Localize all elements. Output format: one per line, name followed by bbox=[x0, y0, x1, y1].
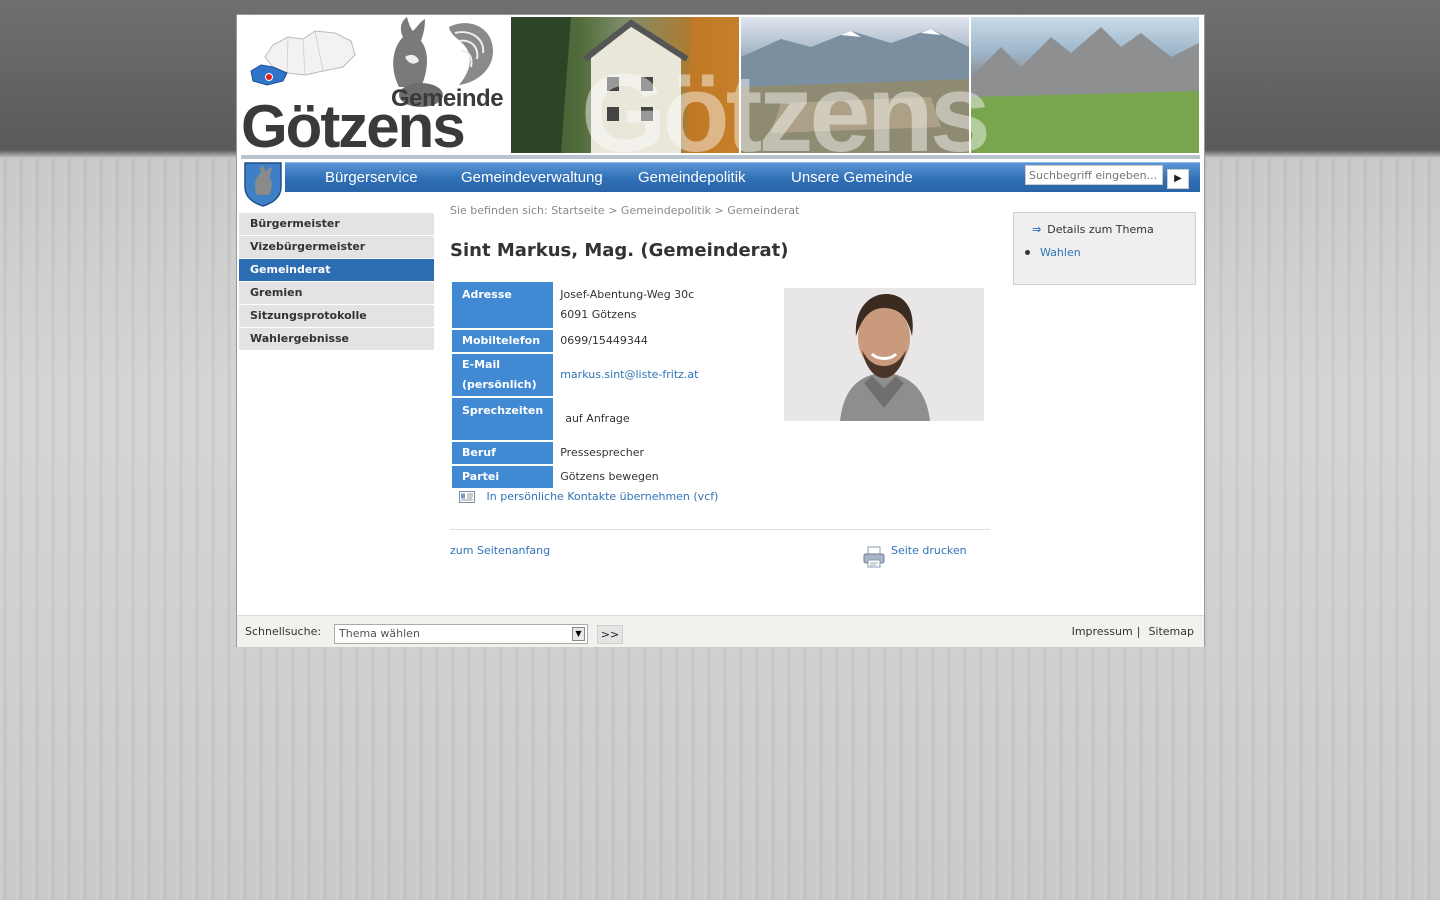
email-value: markus.sint@liste-fritz.at bbox=[555, 354, 755, 396]
breadcrumb-separator: > bbox=[714, 204, 724, 217]
topic-link-item: Wahlen bbox=[1025, 246, 1081, 259]
address-label: Adresse bbox=[452, 282, 554, 328]
logo-goetzens-text: Götzens bbox=[241, 93, 466, 160]
email-label-line2: (persönlich) bbox=[462, 378, 537, 391]
print-link[interactable]: Seite drucken bbox=[891, 544, 967, 557]
footer-separator: | bbox=[1136, 625, 1141, 638]
sidebar-navigation: Bürgermeister Vizebürgermeister Gemeinde… bbox=[239, 213, 434, 351]
topic-details-box: ⇒ Details zum Thema Wahlen bbox=[1013, 212, 1196, 285]
vcf-link[interactable]: In persönliche Kontakte übernehmen (vcf) bbox=[487, 490, 719, 503]
sidebar-item-vizebuergermeister[interactable]: Vizebürgermeister bbox=[239, 236, 434, 258]
search-submit-button[interactable]: ▶ bbox=[1167, 169, 1189, 189]
nav-item-gemeindeverwaltung[interactable]: Gemeindeverwaltung bbox=[461, 169, 603, 186]
sidebar-item-sitzungsprotokolle[interactable]: Sitzungsprotokolle bbox=[239, 305, 434, 327]
quicksearch-go-button[interactable]: >> bbox=[597, 625, 623, 644]
content-divider bbox=[450, 529, 990, 530]
main-navigation: Bürgerservice Gemeindeverwaltung Gemeind… bbox=[285, 162, 1200, 192]
impressum-link[interactable]: Impressum bbox=[1072, 625, 1133, 638]
nav-item-gemeindepolitik[interactable]: Gemeindepolitik bbox=[638, 169, 746, 186]
page-title: Sint Markus, Mag. (Gemeinderat) bbox=[450, 240, 789, 261]
vcf-download[interactable]: In persönliche Kontakte übernehmen (vcf) bbox=[459, 490, 718, 503]
table-row: Beruf Pressesprecher bbox=[452, 442, 755, 464]
topic-link-wahlen[interactable]: Wahlen bbox=[1040, 246, 1081, 259]
table-row: Mobiltelefon 0699/15449344 bbox=[452, 330, 755, 352]
job-value: Pressesprecher bbox=[560, 446, 645, 459]
job-label: Beruf bbox=[452, 442, 554, 464]
nav-item-buergerservice[interactable]: Bürgerservice bbox=[325, 169, 418, 186]
email-label-line1: E-Mail bbox=[462, 358, 500, 371]
page-container: Gemeinde Götzens Götzens Bürgerservice G… bbox=[236, 14, 1205, 647]
email-link[interactable]: markus.sint@liste-fritz.at bbox=[560, 368, 698, 381]
topic-select[interactable]: Thema wählen ▼ bbox=[334, 624, 588, 644]
topic-details-label: Details zum Thema bbox=[1047, 223, 1154, 236]
breadcrumb-prefix: Sie befinden sich: bbox=[450, 204, 548, 217]
party-label: Partei bbox=[452, 466, 554, 488]
hours-value: auf Anfrage bbox=[565, 412, 630, 425]
double-arrow-icon: ⇒ bbox=[1032, 223, 1042, 236]
address-street: Josef-Abentung-Weg 30c bbox=[560, 288, 695, 301]
table-row: E-Mail (persönlich) markus.sint@liste-fr… bbox=[452, 354, 755, 396]
table-row: Sprechzeiten auf Anfrage bbox=[452, 398, 755, 440]
hours-label: Sprechzeiten bbox=[452, 398, 554, 440]
footer-links: Impressum | Sitemap bbox=[1072, 625, 1194, 638]
sidebar-item-buergermeister[interactable]: Bürgermeister bbox=[239, 213, 434, 235]
bullet-icon bbox=[1025, 250, 1030, 255]
dropdown-arrow-icon[interactable]: ▼ bbox=[572, 627, 585, 641]
header-divider bbox=[241, 155, 1200, 159]
nav-item-unsere-gemeinde[interactable]: Unsere Gemeinde bbox=[791, 169, 913, 186]
contact-details-table: Adresse Josef-Abentung-Weg 30c 6091 Götz… bbox=[450, 280, 757, 490]
sidebar-item-gemeinderat[interactable]: Gemeinderat bbox=[239, 259, 434, 281]
header-banner: Gemeinde Götzens Götzens bbox=[237, 15, 1204, 175]
person-portrait bbox=[784, 288, 984, 421]
breadcrumb-link-gemeindepolitik[interactable]: Gemeindepolitik bbox=[621, 204, 711, 217]
sidebar-item-wahlergebnisse[interactable]: Wahlergebnisse bbox=[239, 328, 434, 350]
breadcrumb-link-startseite[interactable]: Startseite bbox=[551, 204, 605, 217]
contact-card-icon bbox=[459, 491, 475, 503]
footer-bar: Schnellsuche: Thema wählen ▼ >> Impressu… bbox=[237, 615, 1204, 647]
printer-icon bbox=[863, 546, 885, 568]
breadcrumb: Sie befinden sich: Startseite > Gemeinde… bbox=[450, 204, 799, 217]
breadcrumb-separator: > bbox=[608, 204, 618, 217]
table-row: Partei Götzens bewegen bbox=[452, 466, 755, 488]
austria-map-icon bbox=[250, 30, 356, 86]
sidebar-item-gremien[interactable]: Gremien bbox=[239, 282, 434, 304]
address-value: Josef-Abentung-Weg 30c 6091 Götzens bbox=[555, 282, 755, 328]
quicksearch-label: Schnellsuche: bbox=[245, 625, 322, 638]
coat-of-arms-icon bbox=[244, 162, 282, 207]
site-logo[interactable]: Gemeinde Götzens bbox=[241, 17, 509, 157]
topic-details-title: ⇒ Details zum Thema bbox=[1032, 223, 1154, 236]
table-row: Adresse Josef-Abentung-Weg 30c 6091 Götz… bbox=[452, 282, 755, 328]
topic-select-value: Thema wählen bbox=[339, 627, 420, 640]
address-city: 6091 Götzens bbox=[560, 308, 637, 321]
header-photo-mountains bbox=[971, 17, 1199, 153]
sitemap-link[interactable]: Sitemap bbox=[1148, 625, 1194, 638]
mobile-value: 0699/15449344 bbox=[560, 334, 648, 347]
back-to-top-link[interactable]: zum Seitenanfang bbox=[450, 544, 550, 557]
breadcrumb-link-gemeinderat[interactable]: Gemeinderat bbox=[727, 204, 799, 217]
email-label: E-Mail (persönlich) bbox=[452, 354, 554, 396]
party-value: Götzens bewegen bbox=[560, 470, 659, 483]
search-input[interactable] bbox=[1025, 165, 1163, 185]
mobile-label: Mobiltelefon bbox=[452, 330, 554, 352]
